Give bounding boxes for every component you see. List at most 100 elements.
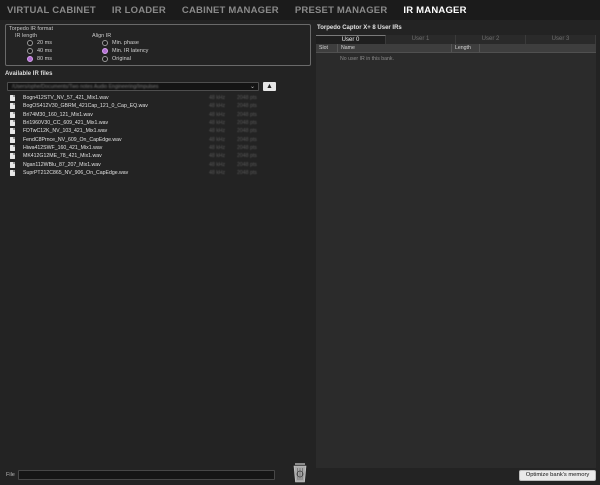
file-sample-rate: 48 kHz [209,111,226,118]
file-icon [10,144,15,151]
file-length: 2048 pts [237,120,257,127]
radio-ir-length-40[interactable]: 40 ms [27,48,52,54]
radio-align-min-phase[interactable]: Min. phase [102,40,139,46]
radio-dot-icon [102,40,108,46]
tab-ir-loader[interactable]: IR LOADER [104,5,174,16]
file-length: 2048 pts [237,136,257,143]
file-row[interactable]: FDTwC12K_NV_103_421_Mix1.wav 48 kHz 2048… [10,127,280,135]
ir-format-panel: Torpedo IR format IR length Align IR 20 … [5,24,311,66]
chevron-down-icon: ⌄ [249,84,255,90]
file-sample-rate: 48 kHz [209,103,226,110]
radio-align-min-latency[interactable]: Min. IR latency [102,48,148,54]
user-bank-tabs: User 0 User 1 User 2 User 3 [316,35,596,44]
empty-bank-message: No user IR in this bank. [340,56,394,62]
file-name: Bri1960V30_CC_609_421_Mix1.wav [23,120,109,127]
radio-ir-length-20[interactable]: 20 ms [27,40,52,46]
file-field[interactable] [18,470,275,480]
trash-button[interactable] [289,461,311,483]
radio-label: Min. phase [112,40,139,46]
file-sample-rate: 48 kHz [209,144,226,151]
tab-user-3[interactable]: User 3 [526,35,596,44]
parent-folder-button[interactable]: ▲ [263,82,276,91]
tab-cabinet-manager[interactable]: CABINET MANAGER [174,5,287,16]
file-name: FDTwC12K_NV_103_421_Mix1.wav [23,128,108,135]
file-row[interactable]: SuprPT212C865_NV_906_On_CapEdge.wav 48 k… [10,169,280,177]
file-row[interactable]: FendC8Prnce_NV_609_On_CapEdge.wav 48 kHz… [10,135,280,143]
column-name[interactable]: Name [338,44,452,52]
file-length: 2048 pts [237,95,257,102]
folder-path-select[interactable]: /Users/ophe/Documents/Two notes Audio En… [7,82,259,91]
trash-icon [293,463,307,483]
radio-label: 20 ms [37,40,52,46]
file-icon [10,161,15,168]
file-row[interactable]: Bri1960V30_CC_609_421_Mix1.wav 48 kHz 20… [10,119,280,127]
file-sample-rate: 48 kHz [209,136,226,143]
table-header: Slot Name Length [316,44,596,53]
file-sample-rate: 48 kHz [209,161,226,168]
file-icon [10,169,15,176]
ir-format-title: Torpedo IR format [9,26,54,32]
file-row[interactable]: BogOS412V30_GBRM_421Cap_121_0_Cap_EQ.wav… [10,102,280,110]
radio-label: 80 ms [37,56,52,62]
file-label: File [6,472,15,478]
ir-file-list: Bogn412STV_NV_57_421_Mix1.wav 48 kHz 204… [10,94,280,177]
radio-dot-icon [27,48,33,54]
file-row[interactable]: Ngan112WBlu_87_207_Mix1.wav 48 kHz 2048 … [10,160,280,168]
top-nav: VIRTUAL CABINET IR LOADER CABINET MANAGE… [0,0,600,20]
file-length: 2048 pts [237,111,257,118]
file-name: Hiwa412SWF_160_421_Mix1.wav [23,144,103,151]
available-ir-files-title: Available IR files [5,71,53,77]
file-icon [10,136,15,143]
tab-user-1[interactable]: User 1 [386,35,456,44]
ir-length-label: IR length [15,33,38,39]
tab-virtual-cabinet[interactable]: VIRTUAL CABINET [0,5,104,16]
file-icon [10,95,15,102]
radio-align-original[interactable]: Original [102,56,131,62]
file-length: 2048 pts [237,153,257,160]
file-icon [10,111,15,118]
file-name: Ngan112WBlu_87_207_Mix1.wav [23,161,101,168]
align-ir-label: Align IR [92,33,112,39]
file-icon [10,128,15,135]
folder-path-value: /Users/ophe/Documents/Two notes Audio En… [12,83,159,90]
user-ir-table: Slot Name Length No user IR in this bank… [316,44,596,468]
file-length: 2048 pts [237,144,257,151]
column-slot[interactable]: Slot [316,44,338,52]
radio-label: Original [112,56,131,62]
file-length: 2048 pts [237,169,257,176]
file-icon [10,153,15,160]
column-length[interactable]: Length [452,44,480,52]
file-length: 2048 pts [237,103,257,110]
file-length: 2048 pts [237,161,257,168]
radio-ir-length-80[interactable]: 80 ms [27,56,52,62]
radio-dot-icon [102,56,108,62]
file-sample-rate: 48 kHz [209,169,226,176]
file-sample-rate: 48 kHz [209,120,226,127]
tab-user-2[interactable]: User 2 [456,35,526,44]
file-name: SuprPT212C865_NV_906_On_CapEdge.wav [23,169,129,176]
file-icon [10,103,15,110]
file-sample-rate: 48 kHz [209,153,226,160]
file-sample-rate: 48 kHz [209,128,226,135]
radio-dot-icon [27,40,33,46]
tab-ir-manager[interactable]: IR MANAGER [395,5,474,16]
file-sample-rate: 48 kHz [209,95,226,102]
tab-preset-manager[interactable]: PRESET MANAGER [287,5,396,16]
arrow-up-icon: ▲ [266,83,273,90]
optimize-memory-button[interactable]: Optimize bank's memory [519,470,596,481]
radio-dot-icon [102,48,108,54]
file-name: FendC8Prnce_NV_609_On_CapEdge.wav [23,136,122,143]
file-name: Bri74M30_160_121_Mix1.wav [23,111,93,118]
radio-dot-icon [27,56,33,62]
file-name: Bogn412STV_NV_57_421_Mix1.wav [23,95,109,102]
tab-user-0[interactable]: User 0 [316,35,386,44]
radio-label: Min. IR latency [112,48,149,54]
file-row[interactable]: Bogn412STV_NV_57_421_Mix1.wav 48 kHz 204… [10,94,280,102]
file-row[interactable]: MK412G12ME_78_421_Mix1.wav 48 kHz 2048 p… [10,152,280,160]
user-irs-title: Torpedo Captor X+ 8 User IRs [317,25,402,31]
file-row[interactable]: Bri74M30_160_121_Mix1.wav 48 kHz 2048 pt… [10,111,280,119]
file-name: MK412G12ME_78_421_Mix1.wav [23,153,102,160]
file-icon [10,120,15,127]
file-row[interactable]: Hiwa412SWF_160_421_Mix1.wav 48 kHz 2048 … [10,144,280,152]
file-name: BogOS412V30_GBRM_421Cap_121_0_Cap_EQ.wav [23,103,148,110]
